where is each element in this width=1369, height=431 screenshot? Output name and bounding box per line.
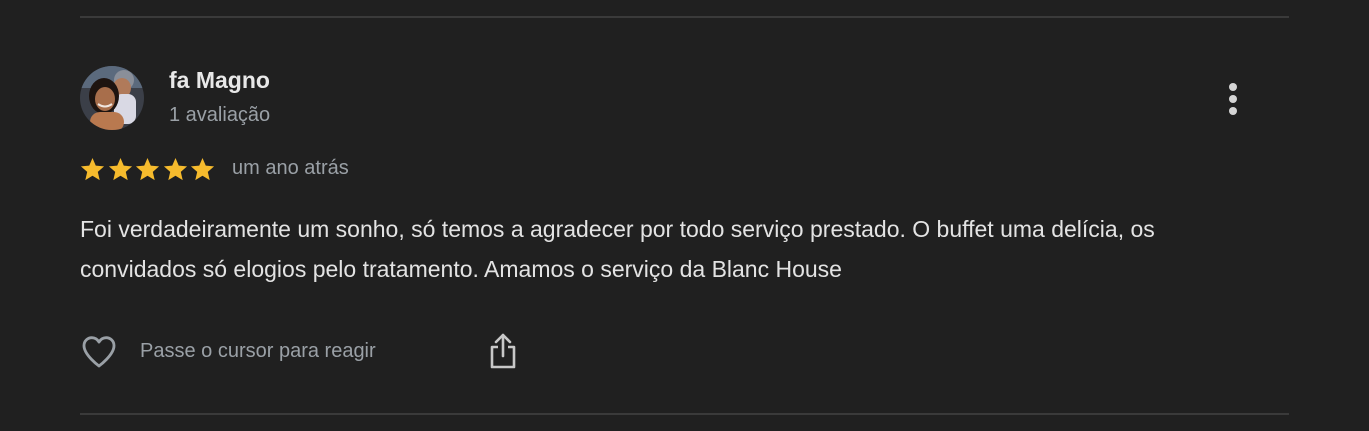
star-filled-icon	[135, 157, 160, 180]
share-icon	[490, 333, 516, 369]
star-rating	[79, 155, 217, 183]
share-button[interactable]	[484, 330, 522, 372]
heart-outline-icon	[82, 336, 116, 368]
more-vertical-icon	[1229, 83, 1237, 115]
author-review-count: 1 avaliação	[169, 104, 271, 126]
star-filled-icon	[80, 157, 105, 180]
author-name[interactable]: fa Magno	[169, 67, 270, 94]
star-filled-icon	[108, 157, 132, 180]
react-button[interactable]: Passe o cursor para reagir	[78, 329, 376, 373]
star-filled-icon	[190, 157, 215, 180]
user-photo-avatar-icon	[80, 66, 144, 130]
star-filled-icon	[163, 157, 187, 180]
react-label: Passe o cursor para reagir	[140, 339, 376, 362]
more-options-button[interactable]	[1216, 78, 1250, 120]
review-date: um ano atrás	[232, 157, 349, 179]
avatar[interactable]	[80, 66, 144, 130]
top-divider	[80, 16, 1289, 18]
review-card: fa Magno 1 avaliação um ano atrás Foi ve…	[0, 0, 1369, 431]
review-text: Foi verdadeiramente um sonho, só temos a…	[80, 216, 1155, 282]
bottom-divider	[80, 413, 1289, 415]
